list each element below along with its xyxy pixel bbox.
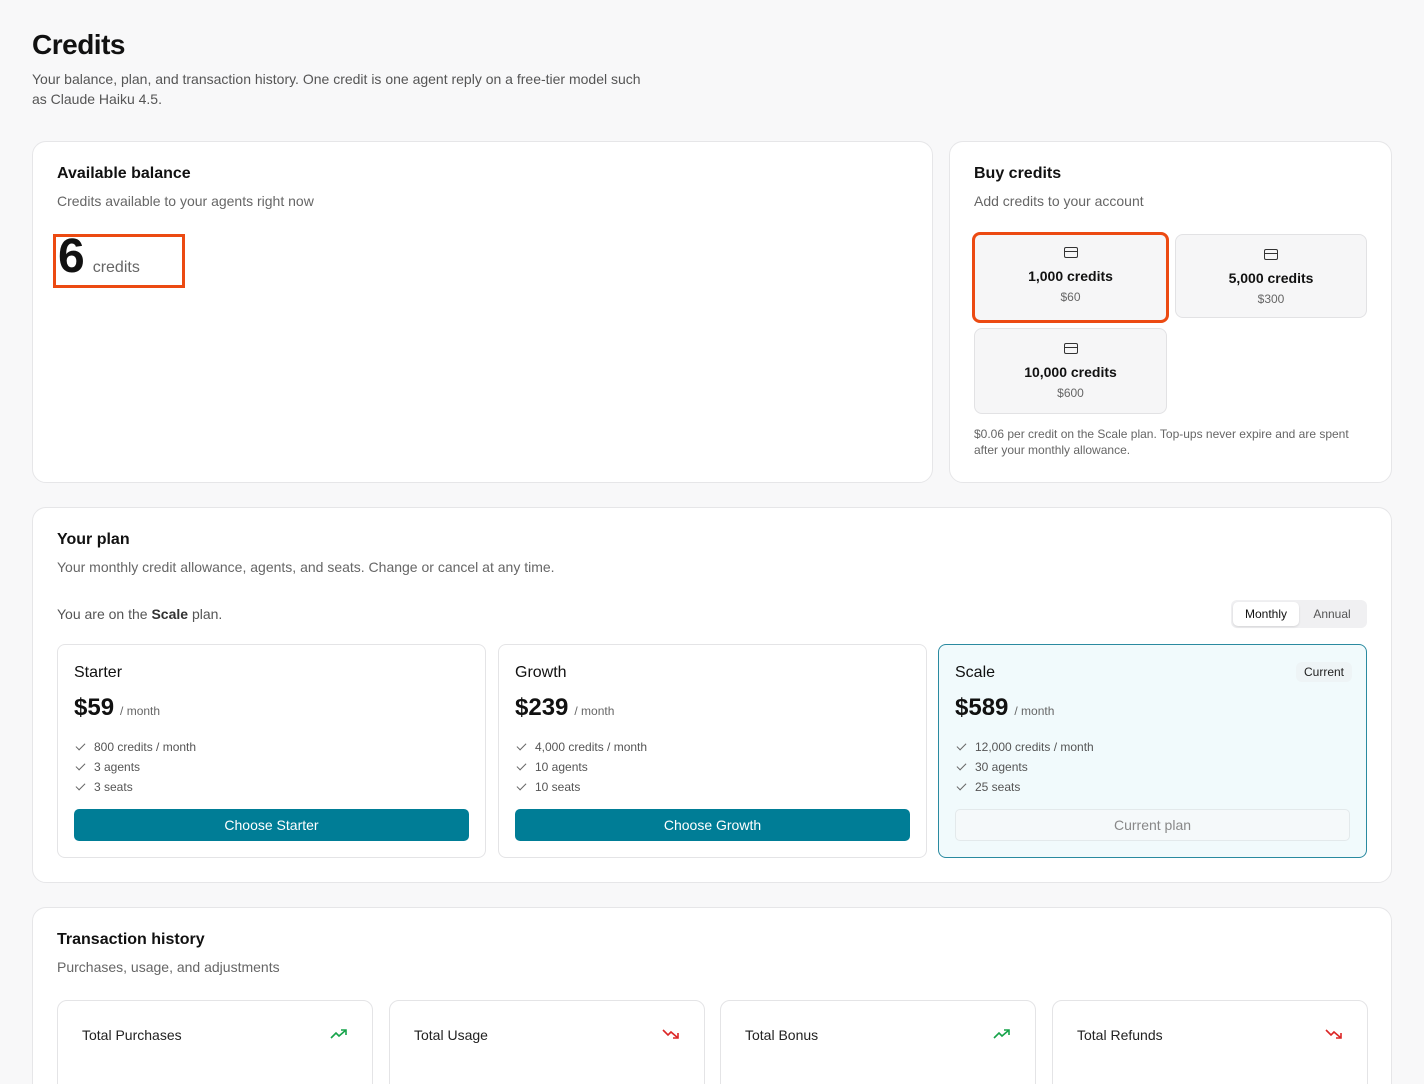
transaction-history-card: Transaction history Purchases, usage, an… <box>32 907 1392 1084</box>
tier-feature: 10 agents <box>515 757 647 777</box>
tier-features: 4,000 credits / month 10 agents 10 seats <box>515 737 647 797</box>
credit-pack-price: $300 <box>1257 292 1285 306</box>
plan-subtitle: Your monthly credit allowance, agents, a… <box>57 559 555 575</box>
plan-tier-scale: Scale Current $589 / month 12,000 credit… <box>938 644 1367 858</box>
tier-feature: 3 seats <box>74 777 196 797</box>
tier-price-amount: $589 <box>955 694 1009 721</box>
page-title: Credits <box>32 29 125 60</box>
billing-period-toggle: Monthly Annual <box>1231 600 1367 628</box>
current-plan-prefix: You are on the <box>57 606 148 622</box>
credit-pack-label: 10,000 credits <box>1024 364 1117 380</box>
balance-unit: credits <box>92 259 140 276</box>
check-icon <box>516 760 527 771</box>
tier-features: 800 credits / month 3 agents 3 seats <box>74 737 196 797</box>
check-icon <box>956 760 967 771</box>
check-icon <box>516 740 527 751</box>
current-plan-button: Current plan <box>955 809 1350 841</box>
plan-card: Your plan Your monthly credit allowance,… <box>32 507 1392 883</box>
credit-pack-label: 1,000 credits <box>1028 268 1113 284</box>
tier-price: $589 / month <box>955 694 1054 722</box>
trending-up-icon <box>993 1029 1010 1039</box>
credit-card-icon <box>1063 343 1078 354</box>
stat-label: Total Usage <box>414 1027 488 1043</box>
tier-feature: 4,000 credits / month <box>515 737 647 757</box>
tier-feature: 3 agents <box>74 757 196 777</box>
billing-option-monthly[interactable]: Monthly <box>1233 602 1299 626</box>
stat-total-refunds: Total Refunds <box>1052 1000 1368 1084</box>
trending-down-icon <box>1325 1029 1342 1039</box>
check-icon <box>75 780 86 791</box>
tier-price: $59 / month <box>74 694 160 722</box>
current-plan-badge: Current <box>1295 662 1352 682</box>
tier-feature: 10 seats <box>515 777 647 797</box>
balance-title: Available balance <box>57 165 191 182</box>
credit-pack-1000[interactable]: 1,000 credits $60 <box>972 232 1169 323</box>
tier-features: 12,000 credits / month 30 agents 25 seat… <box>955 737 1094 797</box>
credit-card-icon <box>1063 247 1078 258</box>
credit-pack-price: $60 <box>1060 290 1081 304</box>
tier-price-amount: $59 <box>74 694 115 721</box>
plan-tier-starter: Starter $59 / month 800 credits / month … <box>57 644 486 858</box>
credit-card-icon <box>1264 249 1278 260</box>
tier-name: Starter <box>74 664 123 681</box>
credit-pack-10000[interactable]: 10,000 credits $600 <box>974 328 1167 414</box>
stat-label: Total Purchases <box>82 1027 182 1043</box>
plan-title: Your plan <box>57 531 130 548</box>
tier-feature: 25 seats <box>955 777 1094 797</box>
trending-down-icon <box>662 1029 679 1039</box>
buy-credits-title: Buy credits <box>974 165 1062 182</box>
stat-total-purchases: Total Purchases <box>57 1000 373 1084</box>
buy-credits-subtitle: Add credits to your account <box>974 193 1144 209</box>
tier-feature: 12,000 credits / month <box>955 737 1094 757</box>
stat-label: Total Refunds <box>1077 1027 1163 1043</box>
choose-growth-button[interactable]: Choose Growth <box>515 809 910 841</box>
check-icon <box>516 780 527 791</box>
credit-pack-label: 5,000 credits <box>1228 270 1314 286</box>
check-icon <box>956 740 967 751</box>
tier-feature: 30 agents <box>955 757 1094 777</box>
page-subtitle: Your balance, plan, and transaction hist… <box>32 71 641 107</box>
current-plan-suffix: plan. <box>191 606 223 622</box>
current-plan-text: You are on the Scale plan. <box>57 606 222 622</box>
credit-pack-price: $600 <box>1057 386 1084 400</box>
check-icon <box>75 760 86 771</box>
current-plan-name: Scale <box>151 606 189 622</box>
check-icon <box>956 780 967 791</box>
tier-price-period: / month <box>574 704 615 718</box>
tier-feature: 800 credits / month <box>74 737 196 757</box>
tier-price: $239 / month <box>515 694 614 722</box>
tier-name: Scale <box>955 664 996 681</box>
balance-value-box: 6 credits <box>53 230 185 288</box>
balance-subtitle: Credits available to your agents right n… <box>57 193 314 209</box>
check-icon <box>75 740 86 751</box>
billing-option-annual[interactable]: Annual <box>1299 602 1365 626</box>
buy-credits-card: Buy credits Add credits to your account … <box>949 141 1392 483</box>
balance-value: 6 <box>58 230 85 283</box>
tier-price-amount: $239 <box>515 694 569 721</box>
balance-card: Available balance Credits available to y… <box>32 141 933 483</box>
tier-price-period: / month <box>1014 704 1055 718</box>
credit-pricing-note: $0.06 per credit on the Scale plan. Top-… <box>974 427 1349 457</box>
choose-starter-button[interactable]: Choose Starter <box>74 809 469 841</box>
tier-price-period: / month <box>120 704 161 718</box>
plan-tier-growth: Growth $239 / month 4,000 credits / mont… <box>498 644 927 858</box>
stat-total-usage: Total Usage <box>389 1000 705 1084</box>
transaction-history-title: Transaction history <box>57 931 205 948</box>
stat-total-bonus: Total Bonus <box>720 1000 1036 1084</box>
transaction-history-subtitle: Purchases, usage, and adjustments <box>57 959 280 975</box>
tier-name: Growth <box>515 664 567 681</box>
stat-label: Total Bonus <box>745 1027 819 1043</box>
trending-up-icon <box>330 1029 347 1039</box>
credit-pack-5000[interactable]: 5,000 credits $300 <box>1175 234 1367 318</box>
